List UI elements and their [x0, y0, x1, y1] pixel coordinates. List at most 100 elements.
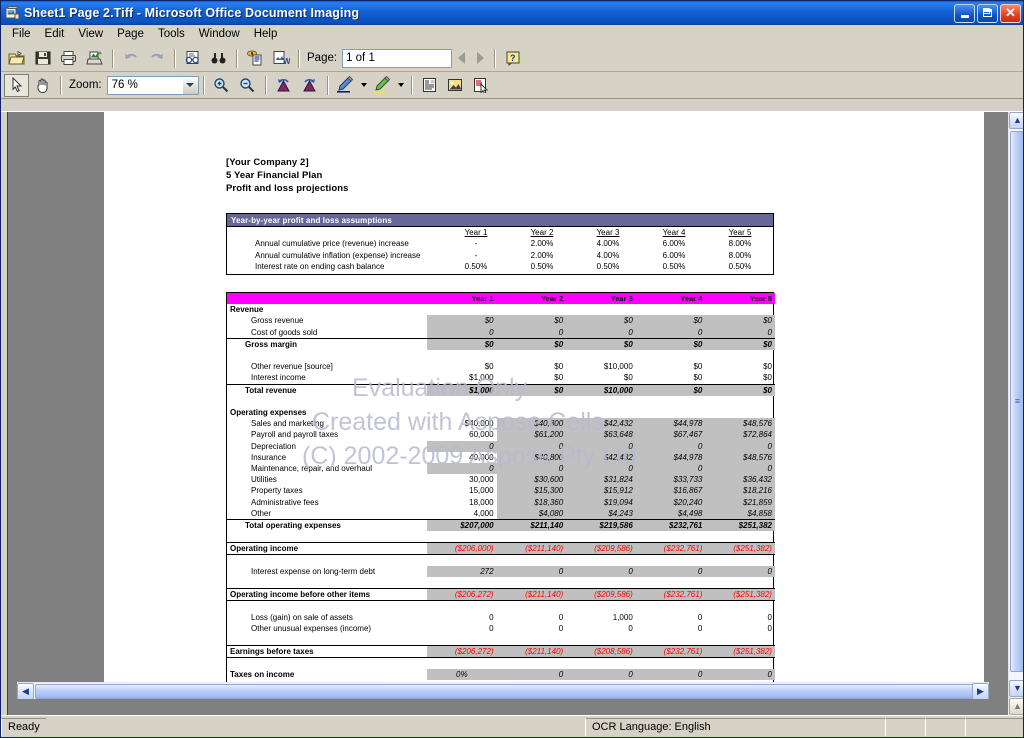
row-value: ($232,761): [635, 541, 706, 556]
row-value: $63,648: [566, 429, 636, 441]
row-label: Cost of goods sold: [227, 326, 427, 339]
plan-title: 5 Year Financial Plan: [226, 170, 323, 181]
menu-file[interactable]: File: [5, 26, 38, 43]
send-text-to-word-icon[interactable]: [242, 47, 267, 70]
row-value: $36,432: [705, 474, 775, 486]
find-icon[interactable]: [206, 47, 231, 70]
scroll-thumb-grip-icon: ≡: [1014, 396, 1021, 406]
zoom-combobox[interactable]: 76 %: [106, 75, 199, 95]
select-annotation-icon[interactable]: [469, 74, 494, 97]
row-value: $16,867: [635, 485, 706, 497]
horizontal-scrollbar[interactable]: ◀ ▶: [17, 682, 989, 699]
row-value: 0: [496, 326, 567, 339]
row-value: ($251,382): [705, 541, 775, 556]
scroll-right-button[interactable]: ▶: [972, 683, 989, 699]
row-value: $61,200: [496, 429, 567, 441]
scroll-down-button[interactable]: ▼: [1009, 680, 1023, 697]
menu-help[interactable]: Help: [247, 26, 285, 43]
highlighter-options-chevron-down-icon[interactable]: [396, 83, 407, 87]
open-icon[interactable]: [4, 47, 29, 70]
text-note-icon[interactable]: [417, 74, 442, 97]
scroll-up-button[interactable]: ▲: [1009, 112, 1023, 129]
row-label: Total revenue: [245, 385, 297, 395]
table-row: Payroll and payroll taxes 60,000 $61,200…: [227, 429, 775, 441]
zoom-in-icon[interactable]: [209, 74, 234, 97]
row-value: $219,586: [566, 519, 636, 532]
assumptions-col-year3: Year 3: [596, 228, 620, 237]
pen-options-chevron-down-icon[interactable]: [359, 83, 370, 87]
scroll-left-button[interactable]: ◀: [17, 683, 34, 699]
spreadsheet-content: [Your Company 2] 5 Year Financial Plan P…: [104, 112, 984, 699]
rotate-left-icon[interactable]: [271, 74, 296, 97]
table-row: Maintenance, repair, and overhaul 0 0 0 …: [227, 463, 775, 475]
page-canvas[interactable]: [Your Company 2] 5 Year Financial Plan P…: [9, 112, 1007, 699]
pnl-col-year5: Year 5: [705, 293, 775, 305]
row-value: ($211,140): [496, 541, 567, 556]
menu-page[interactable]: Page: [110, 26, 151, 43]
pan-hand-icon[interactable]: [30, 74, 55, 97]
row-value: $72,864: [705, 429, 775, 441]
standard-toolbar: W Page: 1 of 1 ?: [1, 45, 1023, 72]
previous-page-icon[interactable]: [452, 48, 471, 69]
menu-edit[interactable]: Edit: [38, 26, 72, 43]
undo-icon[interactable]: [118, 47, 143, 70]
row-value: ($251,382): [705, 587, 775, 601]
toolbar-separator: [410, 75, 413, 95]
annotation-pen-icon[interactable]: [333, 74, 358, 97]
maximize-restore-button[interactable]: [977, 3, 998, 23]
chevron-down-icon[interactable]: [181, 76, 198, 94]
print-icon[interactable]: [56, 47, 81, 70]
menu-tools[interactable]: Tools: [151, 26, 192, 43]
row-value: $1,000: [427, 372, 497, 385]
vertical-scrollbar[interactable]: ▲ ≡ ▼ ▲ ▼: [1008, 112, 1023, 732]
help-icon[interactable]: ?: [500, 47, 525, 70]
assumptions-header-row: Year 1 Year 2 Year 3 Year 4 Year 5: [227, 227, 773, 238]
toolbar-separator: [326, 75, 329, 95]
redo-icon[interactable]: [144, 47, 169, 70]
scan-new-document-icon[interactable]: [82, 47, 107, 70]
row-value: 6.00%: [662, 250, 686, 260]
row-value: ($206,272): [427, 644, 497, 658]
profit-loss-table: Year 1 Year 2 Year 3 Year 4 Year 5 Reven…: [226, 292, 775, 699]
horizontal-scroll-thumb[interactable]: [35, 684, 975, 699]
send-image-to-word-icon[interactable]: W: [268, 47, 293, 70]
vertical-scroll-thumb[interactable]: ≡: [1010, 131, 1023, 672]
toolbar-separator: [494, 48, 497, 68]
row-value: 0: [566, 565, 636, 578]
row-value: 272: [427, 565, 497, 578]
row-label: Insurance: [251, 452, 287, 462]
menu-view[interactable]: View: [71, 26, 110, 43]
row-value: $0: [635, 315, 706, 327]
annotation-highlighter-icon[interactable]: [370, 74, 395, 97]
document-view: [Your Company 2] 5 Year Financial Plan P…: [1, 111, 1023, 732]
rotate-right-icon[interactable]: [297, 74, 322, 97]
spacer-row: [227, 531, 775, 542]
right-chevron-icon: ▶: [977, 686, 984, 696]
close-button[interactable]: ✕: [1000, 3, 1021, 23]
row-value: $0: [705, 315, 775, 327]
minimize-button[interactable]: [954, 3, 975, 23]
row-value: $20,240: [635, 496, 706, 508]
ocr-icon[interactable]: [180, 47, 205, 70]
double-up-chevron-icon: ▲: [1013, 701, 1022, 711]
page-number-input[interactable]: 1 of 1: [342, 48, 453, 68]
table-row: Other unusual expenses (income) 0 0 0 0 …: [227, 623, 775, 634]
next-page-icon[interactable]: [471, 48, 490, 69]
previous-page-scroll-button[interactable]: ▲: [1009, 698, 1023, 715]
row-label: Gross revenue: [251, 316, 304, 326]
zoom-out-icon[interactable]: [235, 74, 260, 97]
select-arrow-icon[interactable]: [4, 73, 29, 97]
row-value: $251,382: [705, 519, 775, 532]
row-value: $0: [693, 362, 703, 372]
row-value: $40,800: [496, 451, 567, 464]
picture-note-icon[interactable]: [443, 74, 468, 97]
toolbar-separator: [264, 75, 267, 95]
menu-window[interactable]: Window: [192, 26, 247, 43]
window-controls: ✕: [954, 3, 1021, 23]
row-value: $4,080: [496, 507, 567, 521]
scanned-page: [Your Company 2] 5 Year Financial Plan P…: [104, 112, 984, 699]
row-value: 0: [496, 463, 567, 475]
vertical-scroll-track[interactable]: ≡: [1009, 129, 1023, 680]
row-value: $0: [496, 338, 567, 351]
save-icon[interactable]: [30, 47, 55, 70]
